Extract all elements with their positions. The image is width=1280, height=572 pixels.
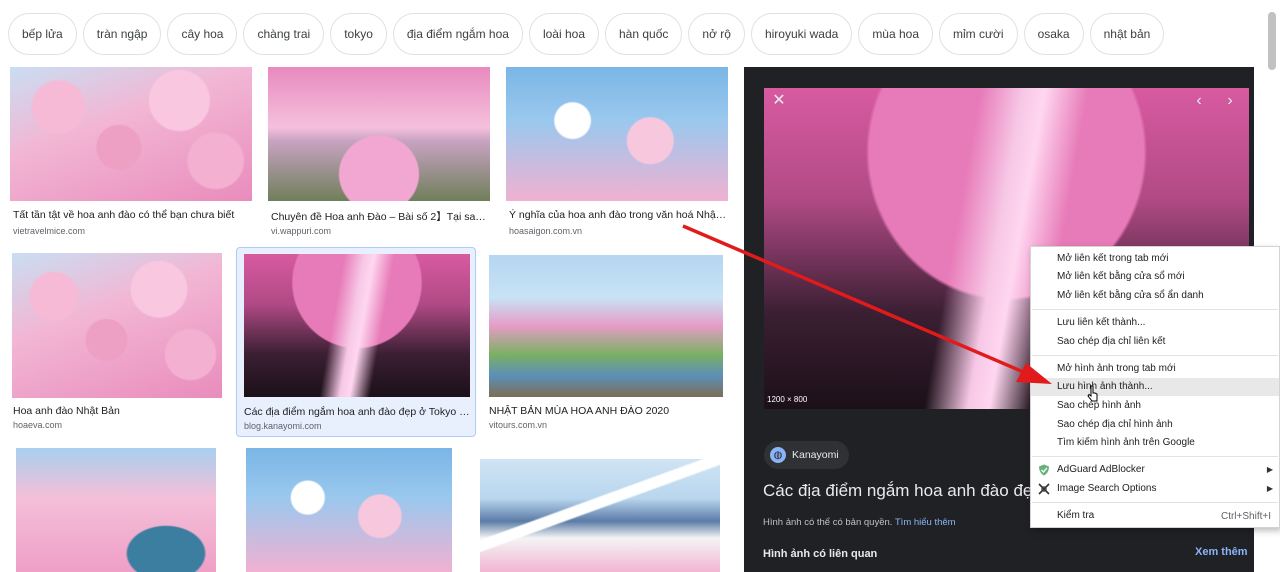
result-caption[interactable]: Tất tần tật về hoa anh đào có thể bạn ch… <box>13 209 253 221</box>
result-source: hoaeva.com <box>13 420 63 430</box>
result-thumbnail[interactable] <box>12 253 222 398</box>
result-card[interactable]: Tất tần tật về hoa anh đào có thể bạn ch… <box>8 66 254 238</box>
result-source: vi.wappuri.com <box>271 226 332 236</box>
result-thumbnail[interactable] <box>10 67 252 201</box>
context-menu: Mở liên kết trong tab mới Mở liên kết bằ… <box>1030 246 1280 528</box>
menu-separator <box>1032 502 1278 503</box>
chip[interactable]: nhật bản <box>1089 13 1165 55</box>
chip[interactable]: mùa hoa <box>858 13 934 55</box>
source-chip[interactable]: ◍ Kanayomi <box>764 441 849 469</box>
related-search-chips: bếp lửa tràn ngập cây hoa chàng trai tok… <box>8 13 1165 55</box>
result-source: blog.kanayomi.com <box>244 421 322 431</box>
menu-separator <box>1032 456 1278 457</box>
result-thumbnail[interactable] <box>489 255 723 397</box>
result-card[interactable]: NHẬT BẢN MÙA HOA ANH ĐÀO 2020 vitours.co… <box>486 252 726 434</box>
menu-item-open-image-new-tab[interactable]: Mở hình ảnh trong tab mới <box>1031 360 1279 378</box>
menu-item-copy-link-address[interactable]: Sao chép địa chỉ liên kết <box>1031 333 1279 351</box>
result-source: vitours.com.vn <box>489 420 548 430</box>
mouse-cursor-icon <box>1087 385 1098 402</box>
result-source: hoasaigon.com.vn <box>509 226 583 236</box>
result-source: vietravelmice.com <box>13 226 86 236</box>
menu-item-open-link-new-tab[interactable]: Mở liên kết trong tab mới <box>1031 250 1279 268</box>
source-name: Kanayomi <box>792 449 839 461</box>
menu-separator <box>1032 309 1278 310</box>
result-caption[interactable]: NHẬT BẢN MÙA HOA ANH ĐÀO 2020 <box>489 405 723 417</box>
scrollbar-thumb[interactable] <box>1268 12 1276 70</box>
chip[interactable]: tràn ngập <box>82 13 162 55</box>
menu-item-image-search-options[interactable]: Image Search Options <box>1031 480 1279 498</box>
chip[interactable]: nở rộ <box>688 13 745 55</box>
menu-item-search-image-google[interactable]: Tìm kiếm hình ảnh trên Google <box>1031 434 1279 452</box>
copyright-text: Hình ảnh có thể có bản quyền. <box>763 517 893 528</box>
close-icon[interactable]: ✕ <box>768 90 790 112</box>
menu-item-save-image-as[interactable]: Lưu hình ảnh thành... <box>1031 378 1279 396</box>
chip[interactable]: chàng trai <box>243 13 325 55</box>
result-thumbnail[interactable] <box>506 67 728 201</box>
menu-item-copy-image[interactable]: Sao chép hình ảnh <box>1031 397 1279 415</box>
result-caption[interactable]: Ý nghĩa của hoa anh đào trong văn hoá Nh… <box>509 209 727 221</box>
result-thumbnail[interactable] <box>480 459 720 572</box>
menu-item-open-link-incognito[interactable]: Mở liên kết bằng cửa sổ ẩn danh <box>1031 287 1279 305</box>
copyright-notice: Hình ảnh có thể có bản quyền. Tìm hiểu t… <box>763 517 956 528</box>
inspect-shortcut: Ctrl+Shift+I <box>1220 511 1271 522</box>
result-caption[interactable]: Các địa điểm ngắm hoa anh đào đẹp ở Toky… <box>244 406 470 418</box>
result-card[interactable]: Chuyên đề Hoa anh Đào – Bài số 2】Tại sao… <box>266 66 492 238</box>
chip[interactable]: hàn quốc <box>605 13 683 55</box>
see-more-link[interactable]: Xem thêm <box>1195 546 1248 558</box>
result-thumbnail[interactable] <box>16 448 216 572</box>
menu-item-open-link-new-window[interactable]: Mở liên kết bằng cửa sổ mới <box>1031 268 1279 286</box>
menu-item-adguard[interactable]: AdGuard AdBlocker <box>1031 461 1279 479</box>
globe-icon: ◍ <box>770 447 786 463</box>
chip[interactable]: địa điểm ngắm hoa <box>392 13 523 55</box>
image-search-page: bếp lửa tràn ngập cây hoa chàng trai tok… <box>0 0 1280 572</box>
chip[interactable]: cây hoa <box>167 13 238 55</box>
result-card-selected[interactable]: Các địa điểm ngắm hoa anh đào đẹp ở Toky… <box>236 247 476 437</box>
menu-separator <box>1032 355 1278 356</box>
chip[interactable]: hiroyuki wada <box>750 13 853 55</box>
chevron-left-icon[interactable]: ‹ <box>1188 90 1210 112</box>
menu-item-copy-image-address[interactable]: Sao chép địa chỉ hình ảnh <box>1031 416 1279 434</box>
result-thumbnail[interactable] <box>268 67 490 201</box>
result-caption[interactable]: Chuyên đề Hoa anh Đào – Bài số 2】Tại sao… <box>271 209 489 224</box>
result-caption[interactable]: Hoa anh đào Nhật Bản <box>13 405 223 417</box>
result-card[interactable]: Ý nghĩa của hoa anh đào trong văn hoá Nh… <box>504 66 730 238</box>
related-images-heading: Hình ảnh có liên quan <box>763 548 878 560</box>
submenu-arrow-icon: ▶ <box>1266 465 1273 474</box>
chip[interactable]: bếp lửa <box>8 13 77 55</box>
result-thumbnail[interactable] <box>244 254 470 397</box>
chip[interactable]: tokyo <box>330 13 387 55</box>
menu-item-save-link-as[interactable]: Lưu liên kết thành... <box>1031 314 1279 332</box>
submenu-arrow-icon: ▶ <box>1266 484 1273 493</box>
chip[interactable]: loài hoa <box>528 13 599 55</box>
preview-title[interactable]: Các địa điểm ngắm hoa anh đào đẹp <box>763 481 1042 501</box>
learn-more-link[interactable]: Tìm hiểu thêm <box>895 517 956 528</box>
chip[interactable]: mỉm cười <box>939 13 1018 55</box>
chevron-right-icon[interactable]: › <box>1219 90 1241 112</box>
image-dimensions: 1200 × 800 <box>767 395 808 404</box>
result-thumbnail[interactable] <box>246 448 452 572</box>
chip[interactable]: osaka <box>1023 13 1084 55</box>
result-card[interactable]: Hoa anh đào Nhật Bản hoaeva.com <box>8 252 226 434</box>
